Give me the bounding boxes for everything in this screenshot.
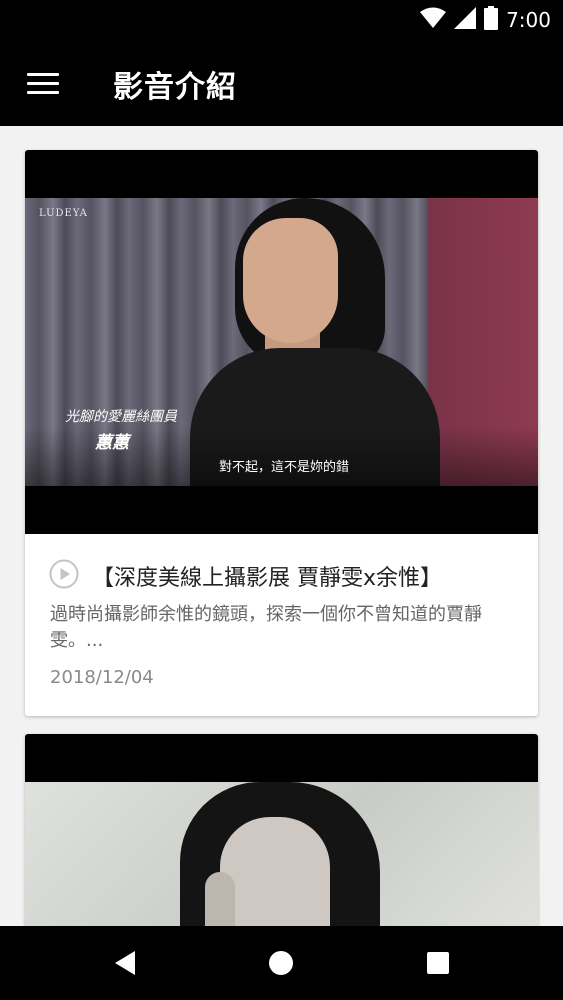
hamburger-menu-icon[interactable] xyxy=(22,66,62,100)
video-caption: 對不起，這不是妳的錯 xyxy=(219,460,350,475)
battery-icon xyxy=(484,6,499,34)
wifi-icon xyxy=(420,7,447,33)
video-card[interactable] xyxy=(25,734,538,926)
video-description: 過時尚攝影師余惟的鏡頭，探索一個你不曾知道的賈靜雯。... xyxy=(50,604,482,651)
video-frame-image xyxy=(25,782,538,926)
back-triangle-icon[interactable] xyxy=(85,926,165,1000)
watermark-logo: LUDEYA xyxy=(39,208,88,219)
play-circle-icon[interactable] xyxy=(49,559,79,589)
page-title: 影音介紹 xyxy=(113,70,237,105)
signal-icon xyxy=(454,7,477,33)
card-body: 【深度美線上攝影展 賈靜雯x余惟】 過時尚攝影師余惟的鏡頭，探索一個你不曾知道的… xyxy=(25,534,538,716)
video-thumbnail[interactable] xyxy=(25,734,538,926)
video-card[interactable]: LUDEYA 光腳的愛麗絲團員 蕙蕙 對不起，這不是妳的錯 【深度美線上攝影展 … xyxy=(25,150,538,716)
app-bar: 影音介紹 xyxy=(0,40,563,126)
status-bar: 7:00 xyxy=(0,0,563,40)
status-time: 7:00 xyxy=(506,8,551,32)
video-date: 2018/12/04 xyxy=(50,667,154,688)
system-nav-bar xyxy=(0,926,563,1000)
home-circle-icon[interactable] xyxy=(241,926,321,1000)
recents-square-icon[interactable] xyxy=(398,926,478,1000)
status-icons: 7:00 xyxy=(420,6,551,34)
video-list[interactable]: LUDEYA 光腳的愛麗絲團員 蕙蕙 對不起，這不是妳的錯 【深度美線上攝影展 … xyxy=(0,126,563,926)
video-frame-image: LUDEYA 光腳的愛麗絲團員 蕙蕙 對不起，這不是妳的錯 xyxy=(25,198,538,486)
video-title[interactable]: 【深度美線上攝影展 賈靜雯x余惟】 xyxy=(92,560,442,592)
subtitle-line1: 光腳的愛麗絲團員 xyxy=(65,409,177,425)
subtitle-line2: 蕙蕙 xyxy=(95,433,129,453)
video-thumbnail[interactable]: LUDEYA 光腳的愛麗絲團員 蕙蕙 對不起，這不是妳的錯 xyxy=(25,150,538,534)
